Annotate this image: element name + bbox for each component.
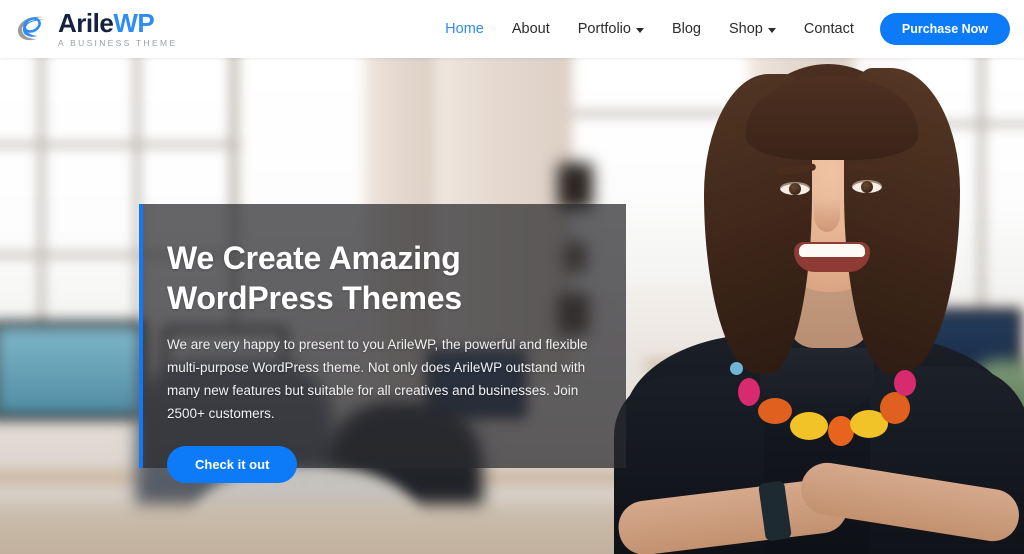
eye-right [852, 180, 882, 193]
nav-label-about: About [511, 21, 550, 37]
hero-description: We are very happy to present to you Aril… [167, 336, 588, 422]
nav-label-blog: Blog [671, 21, 701, 37]
person-photo-subject [612, 58, 1024, 554]
hero-section: We Create Amazing WordPress Themes We ar… [0, 58, 1024, 554]
nav-label-shop: Shop [729, 21, 763, 37]
site-header: ArileWP A BUSINESS THEME Home About Port… [0, 0, 1024, 58]
nose [814, 198, 840, 232]
nav-item-portfolio[interactable]: Portfolio [564, 13, 658, 45]
primary-navigation: Home About Portfolio Blog Shop Contact P… [431, 13, 1010, 45]
chevron-down-icon [767, 27, 776, 33]
mouth [794, 242, 870, 272]
nav-item-home[interactable]: Home [431, 13, 498, 45]
nav-item-contact[interactable]: Contact [790, 13, 868, 45]
hero-heading: We Create Amazing WordPress Themes [167, 240, 462, 317]
nav-item-shop[interactable]: Shop [715, 13, 790, 45]
logo-tagline: A BUSINESS THEME [58, 38, 178, 49]
purchase-now-button[interactable]: Purchase Now [879, 13, 1010, 45]
check-it-out-button[interactable]: Check it out [167, 445, 298, 483]
site-logo[interactable]: ArileWP A BUSINESS THEME [16, 10, 177, 48]
logo-name-accent: WP [113, 8, 155, 39]
logo-text: ArileWP A BUSINESS THEME [58, 10, 177, 48]
chevron-down-icon [635, 27, 644, 33]
logo-name-primary: Arile [58, 8, 114, 39]
hero-content-card: We Create Amazing WordPress Themes We ar… [139, 204, 626, 483]
nav-label-home: Home [445, 21, 484, 37]
swoosh-globe-icon [16, 14, 50, 44]
beaded-necklace [724, 354, 916, 446]
nav-label-portfolio: Portfolio [577, 21, 631, 37]
logo-wordmark: ArileWP [58, 10, 177, 36]
nav-label-contact: Contact [803, 21, 854, 37]
eye-left [780, 182, 810, 195]
nav-item-about[interactable]: About [498, 13, 564, 45]
nav-item-blog[interactable]: Blog [658, 13, 715, 45]
